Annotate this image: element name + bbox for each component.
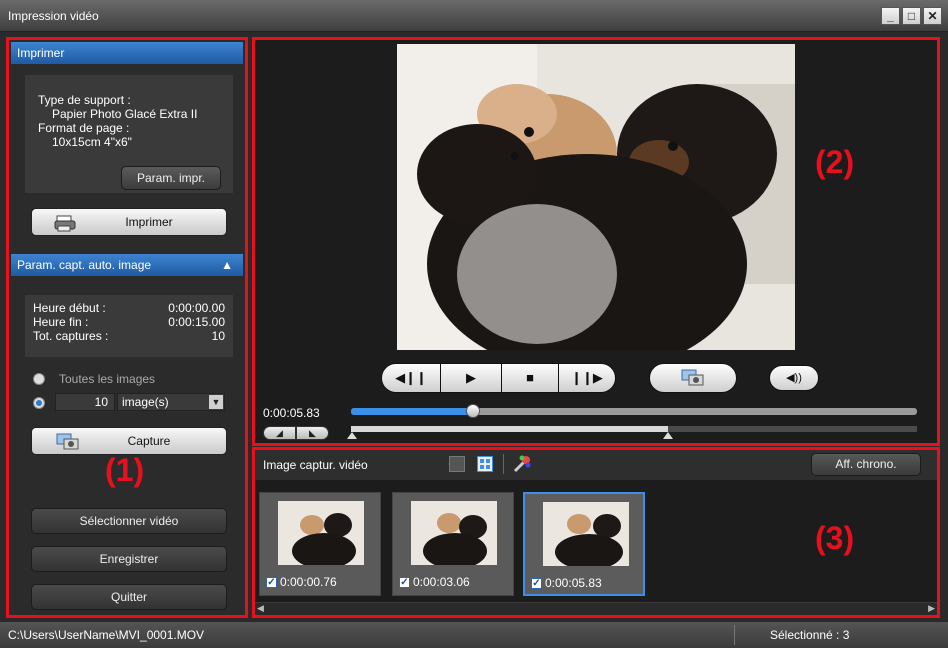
stop-icon: ■	[526, 370, 534, 385]
seek-track[interactable]	[351, 404, 917, 418]
captured-images-panel: Image captur. vidéo Aff. chrono. ✓ 0:00:0…	[252, 447, 940, 618]
play-icon: ▶	[466, 370, 476, 385]
callout-label-3: (3)	[815, 520, 855, 556]
video-frame	[397, 44, 795, 350]
thumbnail-checkbox[interactable]: ✓	[531, 577, 542, 589]
callout-label-1: (1)	[105, 452, 145, 488]
grid-small-icon[interactable]	[449, 456, 465, 472]
thumbnail-toolbar: Image captur. vidéo Aff. chrono.	[255, 450, 937, 480]
volume-button[interactable]: ◀))	[769, 365, 819, 391]
end-marker-icon: ◣	[309, 428, 316, 438]
set-start-button[interactable]: ◢	[263, 426, 296, 440]
close-button[interactable]: ✕	[923, 7, 942, 25]
grid-large-icon[interactable]	[477, 456, 493, 472]
window-title: Impression vidéo	[8, 9, 99, 23]
timeline-view-button[interactable]: Aff. chrono.	[811, 453, 921, 476]
seek-handle[interactable]	[465, 404, 480, 418]
step-forward-icon: ❙❙▶	[571, 370, 603, 385]
thumbnail-item[interactable]: ✓ 0:00:00.76	[259, 492, 381, 596]
page-size-value: 10x15cm 4"x6"	[52, 135, 132, 149]
seek-progress	[351, 408, 473, 415]
thumbnail-image	[278, 501, 364, 565]
total-captures-label: Tot. captures :	[33, 329, 109, 343]
thumbnail-checkbox[interactable]: ✓	[399, 576, 410, 588]
media-type-value: Papier Photo Glacé Extra II	[52, 107, 198, 121]
play-button[interactable]: ▶	[440, 363, 502, 393]
all-images-radio[interactable]	[33, 373, 45, 385]
scroll-right-icon[interactable]: ▶	[928, 603, 935, 614]
total-captures-value: 10	[211, 329, 225, 343]
capture-range-track[interactable]	[351, 426, 917, 432]
capture-unit-value: image(s)	[122, 395, 169, 409]
window-controls: _ □ ✕	[881, 7, 942, 25]
set-end-button[interactable]: ◣	[296, 426, 329, 440]
selected-count: Sélectionné : 3	[770, 628, 850, 642]
range-marker-buttons: ◢ ◣	[263, 426, 329, 440]
step-forward-button[interactable]: ❙❙▶	[558, 363, 616, 393]
capture-button[interactable]: Capture	[31, 427, 227, 455]
speaker-icon: ◀))	[786, 372, 802, 384]
thumbnail-time: 0:00:00.76	[280, 575, 337, 589]
print-button-label: Imprimer	[125, 215, 173, 229]
thumbnail-item-selected[interactable]: ✓ 0:00:05.83	[523, 492, 645, 596]
print-button[interactable]: Imprimer	[31, 208, 227, 236]
capture-range-info: Heure début : 0:00:00.00 Heure fin : 0:00:…	[25, 295, 233, 357]
thumbnail-checkbox[interactable]: ✓	[266, 576, 277, 588]
current-time: 0:00:05.83	[263, 406, 320, 420]
select-video-button[interactable]: Sélectionner vidéo	[31, 508, 227, 534]
toolbar-divider	[503, 454, 504, 474]
thumbnail-header: Image captur. vidéo	[263, 458, 368, 472]
left-panel: Imprimer Type de support : Papier Photo …	[6, 37, 248, 618]
stop-button[interactable]: ■	[501, 363, 559, 393]
quit-button[interactable]: Quitter	[31, 584, 227, 610]
thumbnail-item[interactable]: ✓ 0:00:03.06	[392, 492, 514, 596]
horizontal-scrollbar[interactable]: ◀ ▶	[255, 602, 937, 615]
start-time-label: Heure début :	[33, 301, 106, 315]
range-start-handle[interactable]	[347, 432, 357, 439]
video-frame-image	[397, 44, 795, 350]
capture-unit-select[interactable]: image(s) ▼	[117, 393, 225, 411]
all-images-label: Toutes les images	[59, 372, 156, 386]
window-titlebar: Impression vidéo _ □ ✕	[0, 0, 948, 32]
status-bar: C:\Users\UserName\MVI_0001.MOV Sélection…	[0, 622, 948, 648]
thumbnail-time: 0:00:05.83	[545, 576, 602, 590]
thumbnail-image	[543, 502, 629, 566]
file-path: C:\Users\UserName\MVI_0001.MOV	[8, 628, 205, 642]
color-correct-icon[interactable]	[513, 455, 531, 473]
chevron-down-icon[interactable]: ▼	[209, 395, 223, 409]
auto-capture-title: Param. capt. auto. image	[17, 258, 152, 272]
thumbnail-image	[411, 501, 497, 565]
end-time-label: Heure fin :	[33, 315, 89, 329]
page-size-label: Format de page :	[38, 121, 130, 135]
maximize-button[interactable]: □	[902, 7, 921, 25]
capture-count-input[interactable]: 10	[55, 393, 115, 411]
count-radio[interactable]	[33, 397, 45, 409]
print-section-header: Imprimer	[11, 42, 243, 64]
step-back-icon: ◀❙❙	[395, 370, 427, 385]
transport-controls: ◀❙❙ ▶ ■ ❙❙▶	[381, 363, 617, 393]
print-settings-button[interactable]: Param. impr.	[121, 166, 221, 190]
capture-button-label: Capture	[127, 434, 171, 448]
save-button[interactable]: Enregistrer	[31, 546, 227, 572]
start-time-value: 0:00:00.00	[168, 301, 225, 315]
collapse-triangle-icon[interactable]: ▲	[221, 254, 233, 276]
callout-label-2: (2)	[815, 144, 855, 180]
capture-icon	[681, 369, 704, 386]
end-time-value: 0:00:15.00	[168, 315, 225, 329]
capture-range-fill	[351, 426, 668, 432]
thumbnail-time: 0:00:03.06	[413, 575, 470, 589]
media-type-label: Type de support :	[38, 93, 131, 107]
start-marker-icon: ◢	[276, 428, 283, 438]
video-preview-panel: (2) ◀❙❙ ▶ ■ ❙❙▶ ◀)) 0:00:05.83 ◢ ◣	[252, 37, 940, 446]
capture-frame-button[interactable]	[649, 363, 737, 393]
status-divider	[734, 625, 735, 645]
scroll-left-icon[interactable]: ◀	[257, 603, 264, 614]
step-back-button[interactable]: ◀❙❙	[381, 363, 441, 393]
auto-capture-header[interactable]: Param. capt. auto. image ▲	[11, 254, 243, 276]
minimize-button[interactable]: _	[881, 7, 900, 25]
range-end-handle[interactable]	[662, 432, 673, 439]
